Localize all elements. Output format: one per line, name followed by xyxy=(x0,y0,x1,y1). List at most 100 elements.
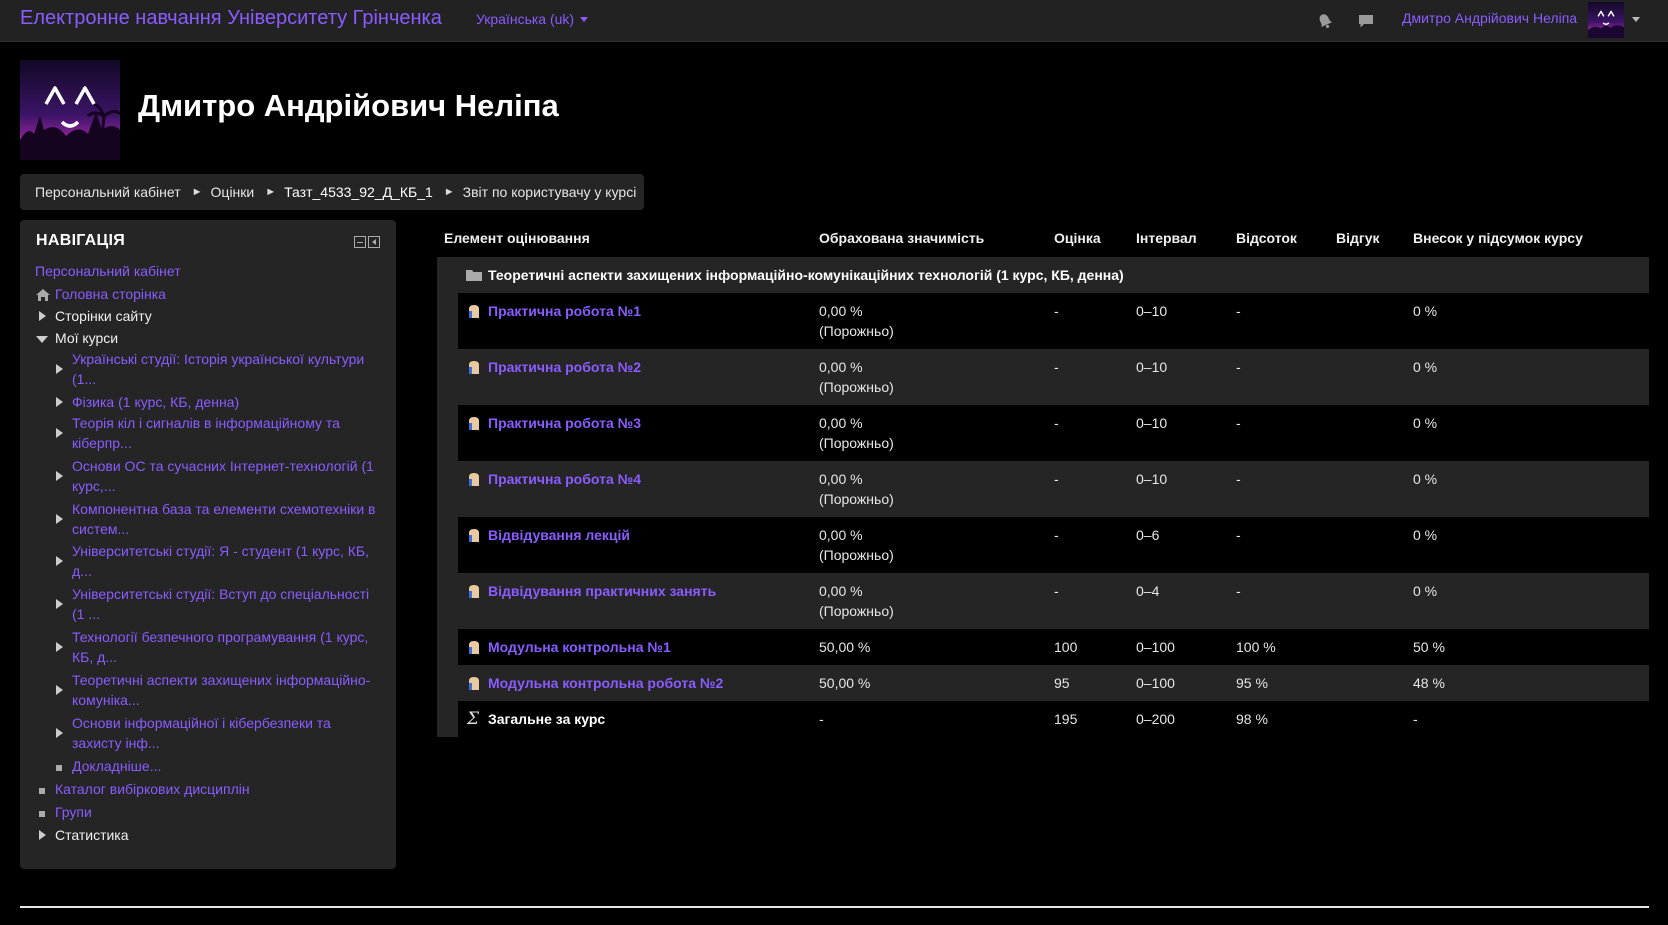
range-value: 0–10 xyxy=(1136,303,1168,319)
user-menu-chevron-icon[interactable] xyxy=(1632,17,1640,22)
grade-item-link[interactable]: Відвідування практичних занять xyxy=(488,581,716,601)
nav-dashboard-item: Персональний кабінет xyxy=(35,262,181,282)
grade-item-row: Відвідування практичних занять 0,00 % (П… xyxy=(458,573,1649,629)
nav-course-link[interactable]: Основи інформаційної і кібербезпеки та за… xyxy=(72,715,331,751)
expand-arrow-icon xyxy=(56,514,63,524)
column-header-item: Елемент оцінювання xyxy=(444,230,590,246)
contribution-value: 0 % xyxy=(1413,583,1438,599)
user-menu-name[interactable]: Дмитро Андрійович Неліпа xyxy=(1402,10,1577,26)
nav-dashboard-link[interactable]: Персональний кабінет xyxy=(35,263,181,279)
range-value: 0–10 xyxy=(1136,471,1168,487)
weight-value: 0,00 % xyxy=(819,415,863,431)
breadcrumb-course[interactable]: Тазт_4533_92_Д_КБ_1 xyxy=(284,184,433,200)
grade-item-row: Модульна контрольна №1 50,00 % 100 0–100… xyxy=(458,629,1649,665)
nav-course-item[interactable]: Компонентна база та елементи схемотехнік… xyxy=(52,500,382,539)
bell-icon[interactable] xyxy=(1316,12,1334,30)
nav-more-link[interactable]: Докладніше... xyxy=(72,758,161,774)
column-header-feedback: Відгук xyxy=(1336,230,1380,246)
course-title-line: Фізика (1 курс, КБ, денна) xyxy=(72,394,240,410)
contribution-value: 48 % xyxy=(1413,675,1445,691)
assignment-icon xyxy=(466,471,482,487)
nav-course-item[interactable]: Університетські студії: Вступ до спеціал… xyxy=(52,585,382,624)
chat-icon[interactable] xyxy=(1357,12,1375,30)
weight-note: (Порожньо) xyxy=(819,547,894,563)
percentage-value: - xyxy=(1236,471,1241,487)
nav-course-link[interactable]: Компонентна база та елементи схемотехнік… xyxy=(72,501,375,537)
grade-item-link[interactable]: Відвідування лекцій xyxy=(488,525,630,545)
grade-item-link[interactable]: Модульна контрольна робота №2 xyxy=(488,673,723,693)
contribution-value: - xyxy=(1413,711,1418,727)
nav-statistics-item[interactable]: Статистика xyxy=(35,826,129,846)
course-title-line: Компонентна база та елементи схемотехнік… xyxy=(72,501,376,517)
grade-item-link[interactable]: Практична робота №2 xyxy=(488,357,641,377)
course-title-line: (1 ... xyxy=(72,605,101,622)
nav-course-link[interactable]: Теорія кіл і сигналів в інформаційному т… xyxy=(72,415,340,451)
nav-course-link[interactable]: Технології безпечного програмування (1 к… xyxy=(72,629,368,665)
assignment-icon xyxy=(466,527,482,543)
nav-electives-item: Каталог вибіркових дисциплін xyxy=(35,780,250,800)
sigma-icon: Σ xyxy=(467,709,480,729)
grade-item-link[interactable]: Практична робота №3 xyxy=(488,413,641,433)
range-value: 0–10 xyxy=(1136,359,1168,375)
nav-course-link[interactable]: Фізика (1 курс, КБ, денна) xyxy=(72,394,239,410)
nav-course-item[interactable]: Теоретичні аспекти захищених інформаційн… xyxy=(52,671,382,710)
site-name-link[interactable]: Електронне навчання Університету Грінчен… xyxy=(20,7,442,30)
nav-course-link[interactable]: Теоретичні аспекти захищених інформаційн… xyxy=(72,672,370,708)
minimize-block-icon[interactable] xyxy=(354,236,366,248)
nav-course-link[interactable]: Університетські студії: Вступ до спеціал… xyxy=(72,586,369,622)
grade-item-link[interactable]: Практична робота №1 xyxy=(488,301,641,321)
nav-course-link[interactable]: Українські студії: Історія української к… xyxy=(72,351,364,387)
nav-electives-link[interactable]: Каталог вибіркових дисциплін xyxy=(55,781,250,797)
percentage-value: - xyxy=(1236,303,1241,319)
range-value: 0–6 xyxy=(1136,527,1160,543)
chevron-down-icon xyxy=(580,17,589,22)
course-title-line: КБ, д... xyxy=(72,648,117,665)
breadcrumb-dashboard[interactable]: Персональний кабінет xyxy=(35,184,181,200)
column-header-percentage: Відсоток xyxy=(1236,230,1297,246)
nav-course-item[interactable]: Основи ОС та сучасних Інтернет-технологі… xyxy=(52,457,382,496)
nav-site-pages-item[interactable]: Сторінки сайту xyxy=(35,307,152,327)
nav-my-courses-item[interactable]: Мої курси xyxy=(35,329,118,349)
course-title-line: Університетські студії: Вступ до спеціал… xyxy=(72,586,370,602)
user-avatar[interactable] xyxy=(1588,2,1624,38)
footer-divider xyxy=(20,906,1649,908)
weight-value: 0,00 % xyxy=(819,583,863,599)
expand-arrow-icon xyxy=(39,830,46,840)
nav-course-link[interactable]: Університетські студії: Я - студент (1 к… xyxy=(72,543,369,579)
course-total-label: Загальне за курс xyxy=(488,711,606,727)
dock-block-icon[interactable] xyxy=(368,236,380,248)
grade-item-row: Модульна контрольна робота №2 50,00 % 95… xyxy=(458,665,1649,701)
weight-value: 50,00 % xyxy=(819,639,871,655)
navigation-heading: НАВІГАЦІЯ xyxy=(36,232,126,249)
nav-course-item[interactable]: Фізика (1 курс, КБ, денна) xyxy=(52,393,382,413)
nav-course-item[interactable]: Університетські студії: Я - студент (1 к… xyxy=(52,542,382,581)
grade-item-row: Практична робота №2 0,00 % (Порожньо) - … xyxy=(458,349,1649,405)
assignment-icon xyxy=(466,303,482,319)
nav-more-item: Докладніше... xyxy=(52,757,161,777)
breadcrumb-grades[interactable]: Оцінки xyxy=(211,184,255,200)
nav-course-item[interactable]: Українські студії: Історія української к… xyxy=(52,350,382,389)
grade-value: 95 xyxy=(1054,675,1070,691)
grade-item-link[interactable]: Практична робота №4 xyxy=(488,469,641,489)
assignment-icon xyxy=(466,415,482,431)
top-navbar: Електронне навчання Університету Грінчен… xyxy=(0,0,1668,42)
grade-item-row: Відвідування лекцій 0,00 % (Порожньо) - … xyxy=(458,517,1649,573)
language-menu[interactable]: Українська (uk) xyxy=(476,11,589,27)
course-title-line: Основи ОС та сучасних Інтернет-технологі… xyxy=(72,458,374,474)
course-title-line: д... xyxy=(72,562,92,579)
nav-course-item[interactable]: Основи інформаційної і кібербезпеки та за… xyxy=(52,714,382,753)
grade-item-link[interactable]: Модульна контрольна №1 xyxy=(488,637,671,657)
grade-value: - xyxy=(1054,303,1059,319)
grade-value: - xyxy=(1054,583,1059,599)
breadcrumb-separator-icon: ► xyxy=(443,186,455,198)
nav-course-item[interactable]: Технології безпечного програмування (1 к… xyxy=(52,628,382,667)
course-title-line: захисту інф... xyxy=(72,734,160,751)
contribution-value: 0 % xyxy=(1413,359,1438,375)
nav-course-item[interactable]: Теорія кіл і сигналів в інформаційному т… xyxy=(52,414,382,453)
bullet-icon xyxy=(56,765,62,771)
nav-groups-link[interactable]: Групи xyxy=(55,804,92,820)
nav-course-link[interactable]: Основи ОС та сучасних Інтернет-технологі… xyxy=(72,458,374,494)
grade-value: - xyxy=(1054,415,1059,431)
expand-arrow-icon xyxy=(56,556,63,566)
nav-home-link[interactable]: Головна сторінка xyxy=(55,286,166,302)
